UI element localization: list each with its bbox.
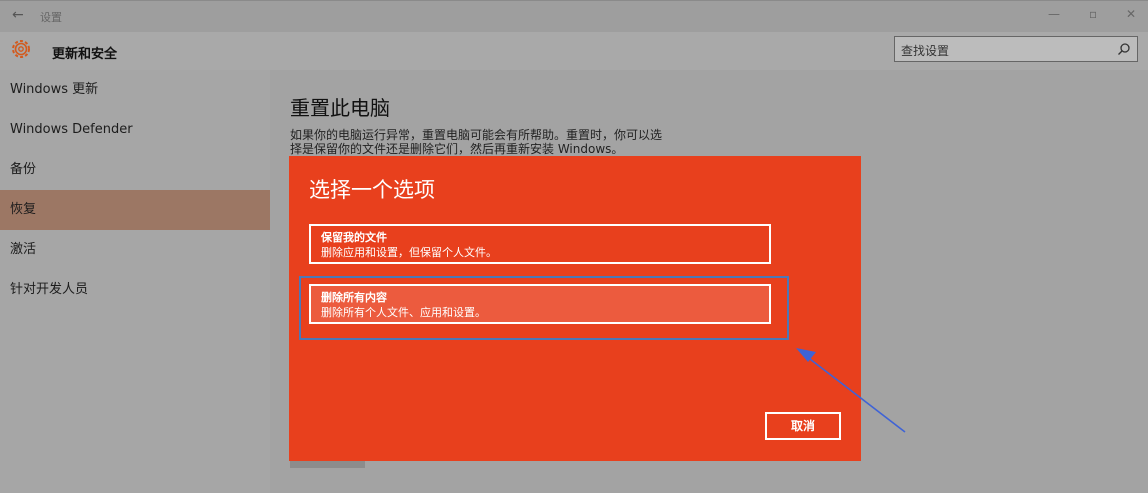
keep-my-files-option[interactable]: 保留我的文件 删除应用和设置，但保留个人文件。 [309,224,771,264]
sidebar-item-backup[interactable]: 备份 [0,150,270,190]
page-header: 更新和安全 查找设置 [0,32,1148,70]
sidebar: Windows 更新 Windows Defender 备份 恢复 激活 针对开… [0,70,270,493]
restore-button[interactable]: ▫ [1089,7,1097,21]
annotation-arrow-icon [796,348,906,433]
selection-highlight-box [299,276,789,340]
search-placeholder: 查找设置 [901,44,950,58]
section-description: 如果你的电脑运行异常，重置电脑可能会有所帮助。重置时，你可以选择是保留你的文件还… [290,128,663,156]
sidebar-item-activation[interactable]: 激活 [0,230,270,270]
window-title: 设置 [40,11,62,24]
option-title: 保留我的文件 [321,231,387,244]
sidebar-item-recovery[interactable]: 恢复 [0,190,270,230]
minimize-button[interactable]: — [1048,7,1060,21]
sidebar-item-windows-update[interactable]: Windows 更新 [0,70,270,110]
option-description: 删除应用和设置，但保留个人文件。 [321,246,497,259]
dialog-title: 选择一个选项 [309,178,435,202]
back-button[interactable]: ← [12,7,24,23]
sidebar-item-for-developers[interactable]: 针对开发人员 [0,270,270,310]
sidebar-item-windows-defender[interactable]: Windows Defender [0,110,270,150]
title-bar: ← 设置 — ▫ ✕ [0,0,1148,33]
section-title: 重置此电脑 [290,96,390,120]
gear-icon [12,40,30,58]
page-title: 更新和安全 [52,47,118,62]
close-button[interactable]: ✕ [1126,7,1136,21]
search-icon[interactable] [1117,42,1131,56]
search-input[interactable]: 查找设置 [894,36,1138,62]
